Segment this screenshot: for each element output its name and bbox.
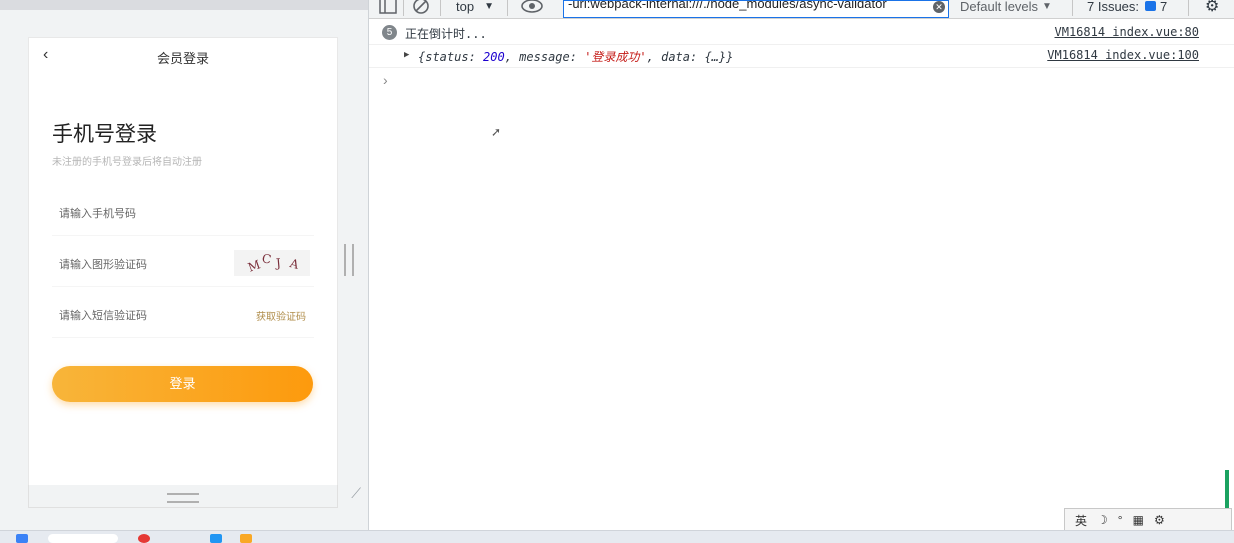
toolbar-separator [440, 0, 441, 16]
captcha-char: A [288, 256, 301, 272]
captcha-char: C [260, 251, 273, 267]
moon-icon[interactable]: ☽ [1097, 513, 1108, 527]
issues-count: 7 [1160, 0, 1168, 14]
captcha-image[interactable]: M C J A [234, 250, 310, 276]
phone-input[interactable]: 请输入手机号码 [59, 205, 136, 221]
source-link[interactable]: VM16814 index.vue:80 [1055, 25, 1200, 39]
logged-object[interactable]: {status: 200, message: '登录成功', data: {…}… [418, 48, 733, 65]
mouse-cursor-icon: ➚ [491, 125, 502, 139]
punctuation-icon[interactable]: ° [1118, 513, 1123, 527]
captcha-input[interactable]: 请输入图形验证码 [59, 256, 147, 272]
resize-handle-right[interactable] [344, 244, 354, 276]
console-message-row: ▶ {status: 200, message: '登录成功', data: {… [369, 45, 1234, 68]
toolbar-separator [403, 0, 404, 16]
log-levels-select[interactable]: Default levels ▼ [960, 0, 1052, 16]
sms-input[interactable]: 请输入短信验证码 [59, 307, 147, 323]
resize-handle-bottom[interactable] [167, 493, 199, 503]
issues-button[interactable]: 7 Issues: 7 [1087, 0, 1167, 16]
chevron-down-icon: ▼ [484, 0, 494, 12]
log-message: 正在倒计时... [405, 27, 487, 41]
repeat-count-badge: 5 [382, 25, 397, 40]
emulator-bottom-bar: ⟋ [28, 485, 361, 508]
toolbar-separator [1072, 0, 1073, 16]
console-scrollbar[interactable] [1225, 470, 1229, 510]
page-title: 手机号登录 [52, 123, 157, 146]
clear-console-icon[interactable] [412, 0, 430, 16]
ime-lang-toggle[interactable]: 英 [1075, 512, 1087, 529]
page-subtitle: 未注册的手机号登录后将自动注册 [52, 157, 202, 168]
toolbar-separator [507, 0, 508, 16]
ime-toolbar: 英 ☽ ° ▦ ⚙ [1064, 508, 1232, 532]
ime-settings-icon[interactable]: ⚙ [1154, 513, 1165, 527]
login-button[interactable]: 登录 [52, 366, 313, 402]
keyboard-grid-icon[interactable]: ▦ [1133, 513, 1144, 527]
phone-field[interactable]: 请输入手机号码 [52, 189, 314, 236]
source-link[interactable]: VM16814 index.vue:100 [1047, 48, 1199, 62]
device-toolbar [0, 0, 368, 10]
get-sms-code-link[interactable]: 获取验证码 [256, 308, 306, 323]
os-taskbar [0, 530, 1234, 543]
console-toolbar: top ▼ -url:webpack-internal:///./node_mo… [369, 0, 1234, 19]
device-emulator-pane: ‹ 会员登录 手机号登录 未注册的手机号登录后将自动注册 请输入手机号码 请输入… [0, 0, 368, 530]
toolbar-separator [1188, 0, 1189, 16]
console-message-row: 5 正在倒计时... VM16814 index.vue:80 [369, 22, 1234, 45]
captcha-char: M [245, 257, 263, 275]
sms-field[interactable]: 请输入短信验证码 获取验证码 [52, 291, 314, 338]
console-filter-input[interactable]: -url:webpack-internal:///./node_modules/… [563, 0, 949, 18]
resize-corner-icon[interactable]: ⟋ [351, 485, 361, 502]
live-expression-eye-icon[interactable] [521, 0, 543, 16]
sidebar-toggle-icon[interactable] [379, 0, 397, 16]
console-prompt[interactable]: › [383, 72, 388, 88]
nav-title: 会员登录 [156, 51, 209, 66]
clear-filter-icon[interactable]: ✕ [933, 1, 945, 13]
captcha-char: J [275, 255, 282, 271]
expand-triangle-icon[interactable]: ▶ [404, 50, 409, 60]
chevron-down-icon: ▼ [1042, 0, 1052, 12]
context-label: top [456, 0, 475, 14]
context-select[interactable]: top ▼ [456, 0, 494, 16]
issues-label: 7 Issues: [1087, 0, 1140, 14]
settings-gear-icon[interactable]: ⚙ [1205, 0, 1219, 16]
issue-flag-icon [1145, 1, 1157, 11]
nav-bar: ‹ 会员登录 [29, 38, 337, 74]
phone-screen: ‹ 会员登录 手机号登录 未注册的手机号登录后将自动注册 请输入手机号码 请输入… [28, 37, 338, 487]
captcha-field[interactable]: 请输入图形验证码 M C J A [52, 240, 314, 287]
pane-divider[interactable] [368, 0, 369, 530]
